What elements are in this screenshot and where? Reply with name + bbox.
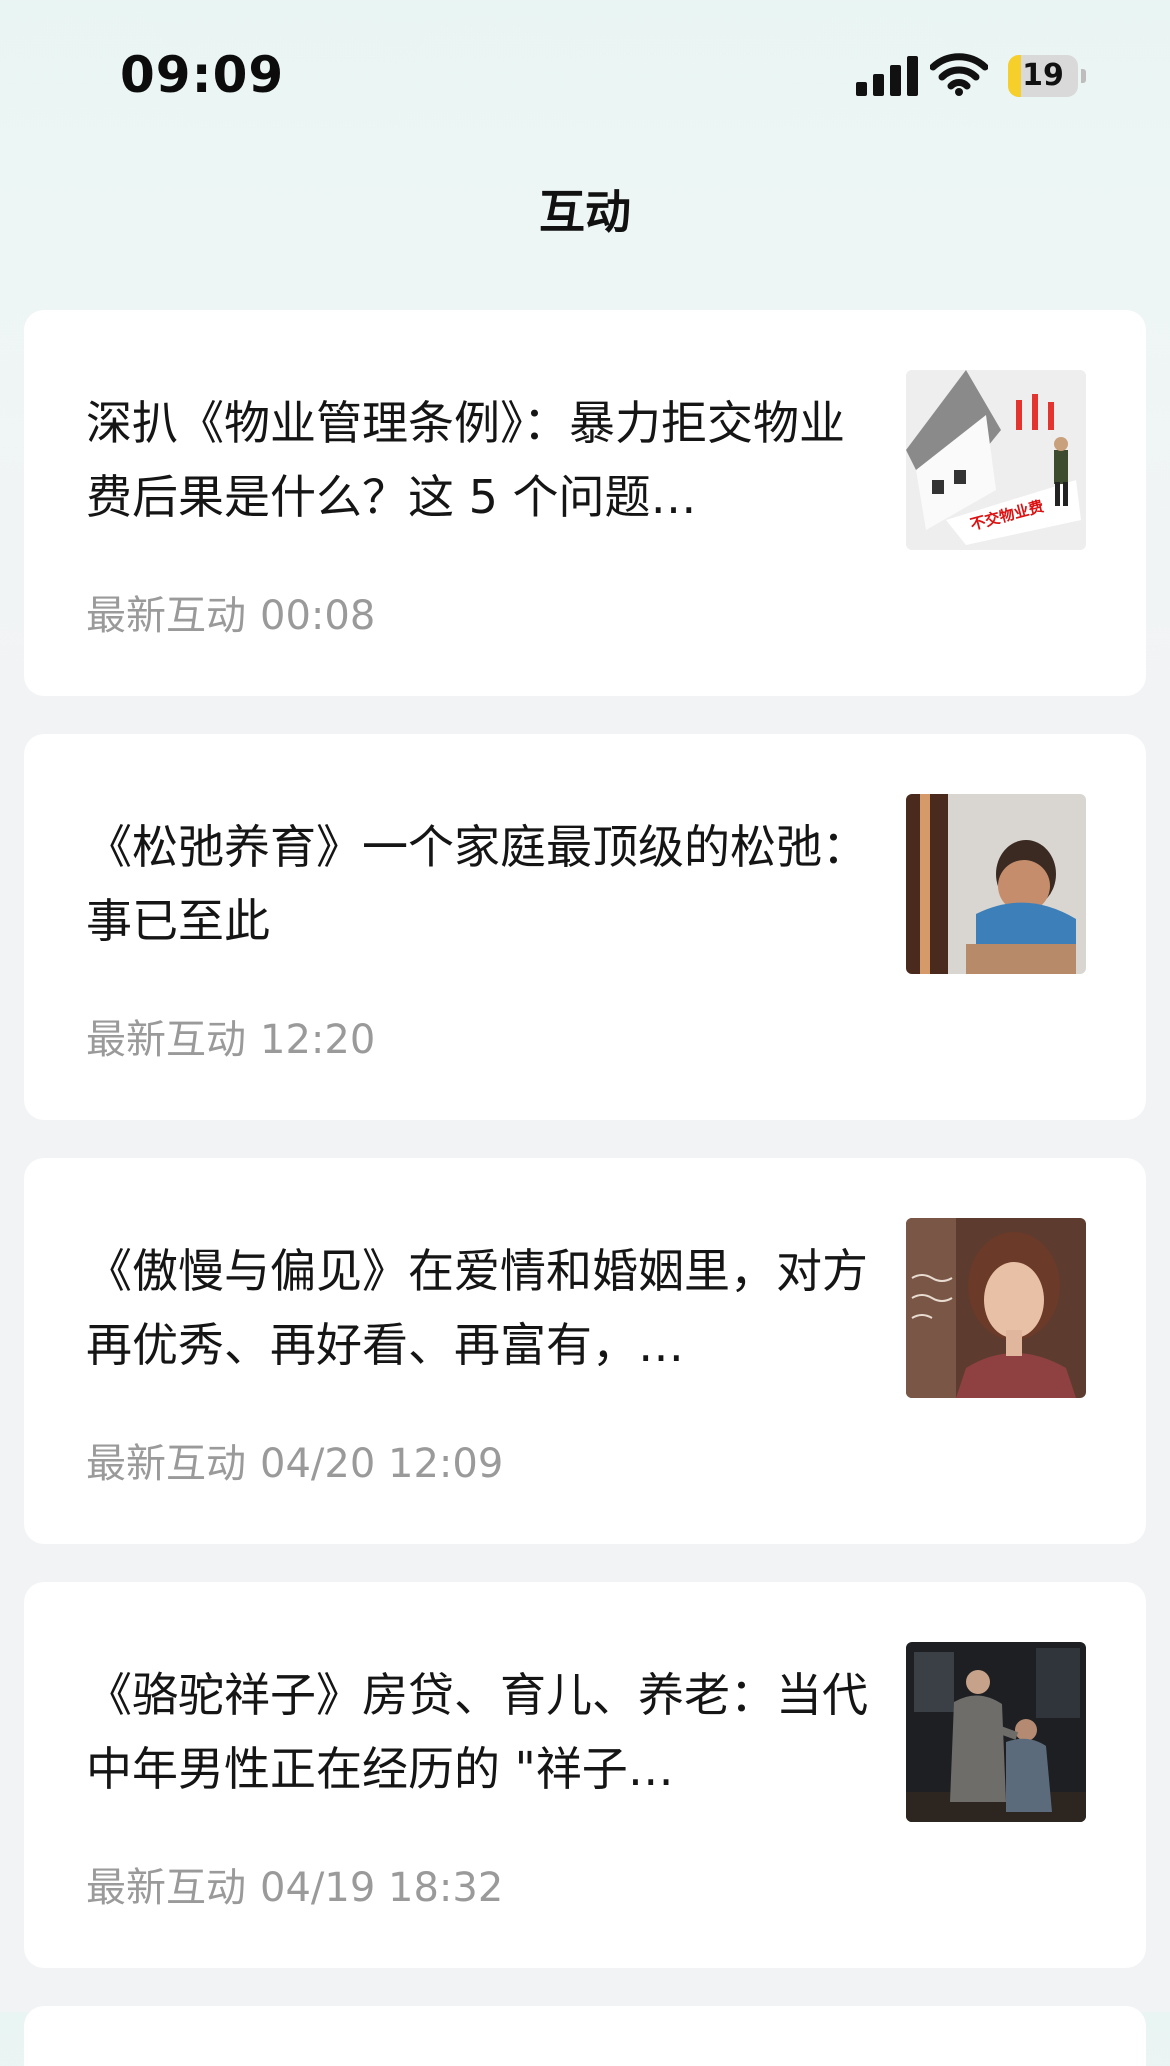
item-meta: 最新互动 04/20 12:09 [86,1431,503,1489]
list-item[interactable]: 《傲慢与偏见》在爱情和婚姻里，对方再优秀、再好看、再富有，… 最新互动 04/20… [24,1158,1146,1544]
item-thumbnail[interactable] [906,794,1086,974]
item-meta-label: 最新互动 [86,593,246,639]
item-title[interactable]: 《松弛养育》一个家庭最顶级的松弛：事已至此 [86,810,876,958]
item-thumbnail[interactable] [906,1218,1086,1398]
cellular-signal-icon [856,56,918,96]
status-bar: 09:09 19 [0,0,1170,150]
item-title[interactable]: 《傲慢与偏见》在爱情和婚姻里，对方再优秀、再好看、再富有，… [86,1234,876,1382]
item-title[interactable]: 《骆驼祥子》房贷、育儿、养老：当代中年男性正在经历的 "祥子… [86,1658,876,1806]
item-thumbnail[interactable]: 不交物业费 [906,370,1086,550]
item-meta: 最新互动 00:08 [86,583,375,641]
item-meta: 最新互动 12:20 [86,1007,375,1065]
item-time: 04/19 18:32 [260,1865,504,1911]
item-time: 12:20 [260,1017,376,1063]
list-item[interactable]: 深扒《物业管理条例》：暴力拒交物业费后果是什么？这 5 个问题… 最新互动 00:… [24,310,1146,696]
list-item[interactable]: 《松弛养育》一个家庭最顶级的松弛：事已至此 最新互动 12:20 [24,734,1146,1120]
page-title: 互动 [539,185,631,239]
item-meta-label: 最新互动 [86,1441,246,1487]
item-title[interactable]: 深扒《物业管理条例》：暴力拒交物业费后果是什么？这 5 个问题… [86,386,876,534]
item-time: 04/20 12:09 [260,1441,504,1487]
battery-icon: 19 [1008,55,1086,97]
item-meta-label: 最新互动 [86,1017,246,1063]
item-thumbnail[interactable] [906,1642,1086,1822]
list-item-partial[interactable] [24,2006,1146,2066]
item-time: 00:08 [260,593,376,639]
item-meta: 最新互动 04/19 18:32 [86,1855,503,1913]
interaction-feed: 深扒《物业管理条例》：暴力拒交物业费后果是什么？这 5 个问题… 最新互动 00:… [24,310,1146,2066]
list-item[interactable]: 《骆驼祥子》房贷、育儿、养老：当代中年男性正在经历的 "祥子… 最新互动 04/1… [24,1582,1146,1968]
status-time: 09:09 [120,46,285,104]
wifi-icon [929,52,989,96]
battery-level: 19 [1022,58,1064,93]
item-meta-label: 最新互动 [86,1865,246,1911]
battery-cap [1081,69,1086,83]
